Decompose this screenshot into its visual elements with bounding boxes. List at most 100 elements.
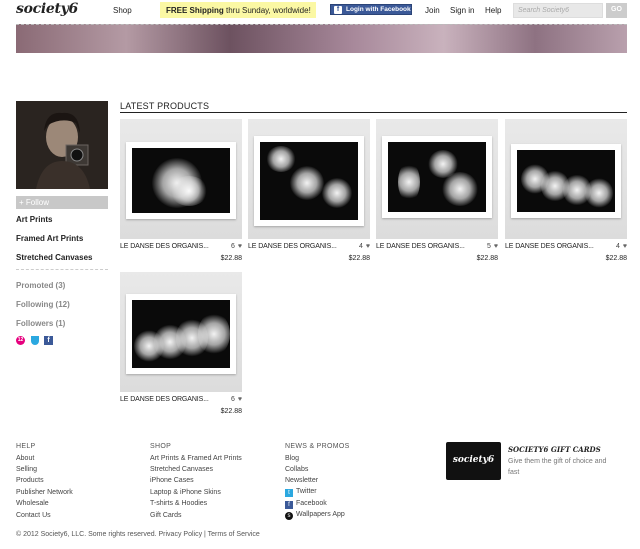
framed-print bbox=[511, 144, 621, 218]
framed-print bbox=[254, 136, 364, 226]
facebook-login-button[interactable]: f Login with Facebook bbox=[330, 4, 412, 15]
product-price: $22.88 bbox=[605, 255, 627, 262]
free-shipping-banner[interactable]: FREE Shipping thru Sunday, worldwide! bbox=[160, 2, 316, 18]
print-photo bbox=[132, 300, 230, 368]
product-price: $22.88 bbox=[476, 255, 498, 262]
sidebar-link-art-prints[interactable]: Art Prints bbox=[16, 215, 52, 224]
product-title[interactable]: LE DANSE DES ORGANIS... bbox=[505, 243, 594, 250]
footer-link-newsletter[interactable]: Newsletter bbox=[285, 477, 318, 484]
footer-link-wallpapers-app[interactable]: s Wallpapers App bbox=[285, 511, 345, 520]
footer-news-heading: NEWS & PROMOS bbox=[285, 443, 350, 450]
footer-link-collabs[interactable]: Collabs bbox=[285, 466, 308, 473]
shield-icon[interactable] bbox=[31, 336, 39, 345]
footer-help-heading: HELP bbox=[16, 443, 36, 450]
facebook-login-label: Login with Facebook bbox=[346, 6, 411, 13]
product-title[interactable]: LE DANSE DES ORGANIS... bbox=[120, 396, 209, 403]
gift-card-image[interactable]: society6 bbox=[446, 442, 501, 480]
footer-link-iphone-cases[interactable]: iPhone Cases bbox=[150, 477, 194, 484]
product-price: $22.88 bbox=[348, 255, 370, 262]
copyright-text: © 2012 Society6, LLC. Some rights reserv… bbox=[16, 531, 260, 538]
footer-link-wholesale[interactable]: Wholesale bbox=[16, 500, 49, 507]
product-image[interactable] bbox=[505, 119, 627, 239]
like-count: 5 bbox=[486, 243, 491, 250]
product-likes[interactable]: 4 ♥ bbox=[359, 243, 370, 250]
footer-facebook-label: Facebook bbox=[296, 500, 327, 507]
product-likes[interactable]: 6 ♥ bbox=[231, 243, 242, 250]
avatar-photo bbox=[16, 101, 108, 189]
footer-shop-heading: SHOP bbox=[150, 443, 172, 450]
product-price: $22.88 bbox=[220, 408, 242, 415]
facebook-icon[interactable]: f bbox=[44, 336, 53, 345]
sidebar-followers[interactable]: Followers (1) bbox=[16, 319, 65, 328]
gift-cards-title[interactable]: SOCIETY6 GIFT CARDS bbox=[508, 445, 601, 454]
heart-icon: ♥ bbox=[622, 243, 627, 250]
like-count: 4 bbox=[615, 243, 620, 250]
product-image[interactable] bbox=[376, 119, 498, 239]
sidebar-promoted[interactable]: Promoted (3) bbox=[16, 281, 65, 290]
product-title[interactable]: LE DANSE DES ORGANIS... bbox=[376, 243, 465, 250]
promo-bold-text: FREE Shipping bbox=[166, 6, 224, 15]
footer-link-blog[interactable]: Blog bbox=[285, 455, 299, 462]
product-image[interactable] bbox=[120, 272, 242, 392]
avatar[interactable] bbox=[16, 101, 108, 189]
facebook-icon: f bbox=[334, 6, 342, 14]
footer-wallpapers-label: Wallpapers App bbox=[296, 511, 345, 518]
society6-logo[interactable]: society6 bbox=[16, 1, 78, 17]
footer-link-tshirts[interactable]: T-shirts & Hoodies bbox=[150, 500, 207, 507]
search-go-button[interactable]: GO bbox=[606, 3, 627, 18]
product-likes[interactable]: 6 ♥ bbox=[231, 396, 242, 403]
sidebar-link-stretched-canvases[interactable]: Stretched Canvases bbox=[16, 253, 92, 262]
nav-join-link[interactable]: Join bbox=[425, 6, 440, 15]
count-badge[interactable]: 12 bbox=[16, 336, 25, 345]
like-count: 6 bbox=[230, 396, 235, 403]
product-image[interactable] bbox=[248, 119, 370, 239]
footer-link-facebook[interactable]: f Facebook bbox=[285, 500, 327, 509]
sidebar-link-framed-art-prints[interactable]: Framed Art Prints bbox=[16, 234, 83, 243]
product-price: $22.88 bbox=[220, 255, 242, 262]
heart-icon: ♥ bbox=[237, 243, 242, 250]
search-input[interactable]: Search Society6 bbox=[513, 3, 603, 18]
framed-print bbox=[126, 142, 236, 219]
nav-help-link[interactable]: Help bbox=[485, 6, 501, 15]
product-likes[interactable]: 5 ♥ bbox=[487, 243, 498, 250]
heart-icon: ♥ bbox=[493, 243, 498, 250]
sidebar-divider bbox=[16, 269, 108, 270]
site-header: society6 Shop FREE Shipping thru Sunday,… bbox=[0, 0, 640, 24]
section-title: LATEST PRODUCTS bbox=[120, 101, 210, 111]
footer-link-about[interactable]: About bbox=[16, 455, 34, 462]
product-title[interactable]: LE DANSE DES ORGANIS... bbox=[120, 243, 209, 250]
nav-shop-link[interactable]: Shop bbox=[113, 6, 132, 15]
twitter-icon: t bbox=[285, 489, 293, 497]
framed-print bbox=[126, 294, 236, 374]
heart-icon: ♥ bbox=[365, 243, 370, 250]
footer-link-stretched-canvases[interactable]: Stretched Canvases bbox=[150, 466, 213, 473]
print-photo bbox=[388, 142, 486, 212]
print-photo bbox=[132, 148, 230, 213]
footer-link-gift-cards[interactable]: Gift Cards bbox=[150, 512, 182, 519]
footer-link-contact-us[interactable]: Contact Us bbox=[16, 512, 51, 519]
follow-button[interactable]: + Follow bbox=[16, 196, 108, 209]
profile-banner bbox=[16, 24, 627, 53]
like-count: 4 bbox=[358, 243, 363, 250]
print-photo bbox=[260, 142, 358, 220]
footer-link-twitter[interactable]: t Twitter bbox=[285, 488, 317, 497]
product-image[interactable] bbox=[120, 119, 242, 239]
gift-cards-description: Give them the gift of choice and fast bbox=[508, 458, 607, 476]
footer-link-products[interactable]: Products bbox=[16, 477, 44, 484]
app-icon: s bbox=[285, 512, 293, 520]
footer-link-skins[interactable]: Laptop & iPhone Skins bbox=[150, 489, 221, 496]
like-count: 6 bbox=[230, 243, 235, 250]
heart-icon: ♥ bbox=[237, 396, 242, 403]
product-title[interactable]: LE DANSE DES ORGANIS... bbox=[248, 243, 337, 250]
promo-text: thru Sunday, worldwide! bbox=[223, 6, 311, 15]
section-divider bbox=[120, 112, 627, 113]
footer-link-art-prints[interactable]: Art Prints & Framed Art Prints bbox=[150, 455, 242, 462]
facebook-icon: f bbox=[285, 501, 293, 509]
nav-signin-link[interactable]: Sign in bbox=[450, 6, 474, 15]
footer-link-selling[interactable]: Selling bbox=[16, 466, 37, 473]
framed-print bbox=[382, 136, 492, 218]
footer-twitter-label: Twitter bbox=[296, 488, 317, 495]
product-likes[interactable]: 4 ♥ bbox=[616, 243, 627, 250]
footer-link-publisher-network[interactable]: Publisher Network bbox=[16, 489, 73, 496]
sidebar-following[interactable]: Following (12) bbox=[16, 300, 70, 309]
